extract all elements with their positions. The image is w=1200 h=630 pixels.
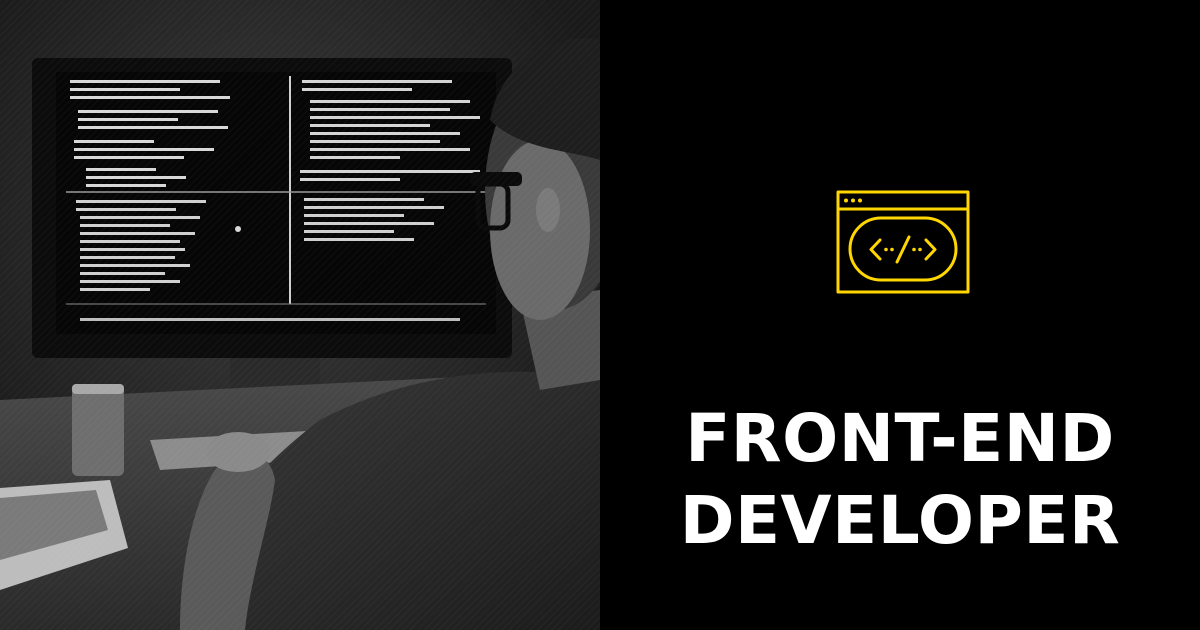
headline: FRONT-END DEVELOPER	[600, 398, 1200, 562]
title-panel: FRONT-END DEVELOPER	[600, 0, 1200, 630]
headline-line-2: DEVELOPER	[679, 482, 1121, 559]
developer-photo	[0, 0, 600, 630]
headline-line-1: FRONT-END	[685, 400, 1115, 477]
code-window-icon	[836, 190, 970, 294]
photo-illustration	[0, 0, 600, 630]
banner: FRONT-END DEVELOPER	[0, 0, 1200, 630]
soda-can	[72, 384, 124, 476]
